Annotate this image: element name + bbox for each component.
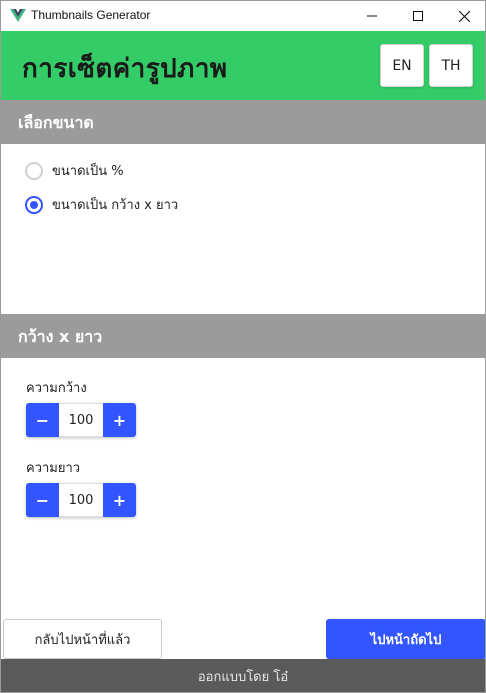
radio-button[interactable] xyxy=(25,161,43,180)
footer: ออกแบบโดย โอ๋ xyxy=(1,659,485,692)
height-stepper: − 100 + xyxy=(26,483,136,517)
lang-en-button[interactable]: EN xyxy=(380,44,424,87)
close-button[interactable] xyxy=(441,1,485,31)
height-decrement-button[interactable]: − xyxy=(26,483,59,517)
lang-th-button[interactable]: TH xyxy=(429,44,473,87)
width-label: ความกว้าง xyxy=(26,381,87,396)
minimize-icon xyxy=(367,15,377,17)
dimensions-section-title: กว้าง x ยาว xyxy=(18,327,103,346)
radio-label: ขนาดเป็น % xyxy=(52,164,124,179)
height-input[interactable]: 100 xyxy=(59,483,103,517)
width-increment-button[interactable]: + xyxy=(103,403,136,437)
width-decrement-button[interactable]: − xyxy=(26,403,59,437)
maximize-button[interactable] xyxy=(395,1,441,31)
page-title: การเซ็ตค่ารูปภาพ xyxy=(22,54,228,84)
height-label: ความยาว xyxy=(26,461,81,476)
radio-option-percent[interactable]: ขนาดเป็น % xyxy=(25,160,124,181)
size-section-title: เลือกขนาด xyxy=(18,113,94,132)
next-button[interactable]: ไปหน้าถัดไป xyxy=(326,619,485,659)
width-input[interactable]: 100 xyxy=(59,403,103,437)
window-title: Thumbnails Generator xyxy=(31,8,151,22)
width-stepper: − 100 + xyxy=(26,403,136,437)
app-window: Thumbnails Generator การเซ็ตค่ารูปภาพ EN… xyxy=(0,0,486,693)
radio-button-checked[interactable] xyxy=(25,195,43,214)
close-icon xyxy=(458,10,470,22)
maximize-icon xyxy=(413,11,423,21)
height-increment-button[interactable]: + xyxy=(103,483,136,517)
dimensions-section-header: กว้าง x ยาว xyxy=(1,314,485,358)
minimize-button[interactable] xyxy=(349,1,395,31)
footer-credit: ออกแบบโดย โอ๋ xyxy=(197,669,289,685)
title-bar[interactable]: Thumbnails Generator xyxy=(1,1,485,31)
page-header: การเซ็ตค่ารูปภาพ EN TH xyxy=(1,31,485,100)
radio-option-width-height[interactable]: ขนาดเป็น กว้าง x ยาว xyxy=(25,194,178,215)
size-section-header: เลือกขนาด xyxy=(1,100,485,144)
radio-label: ขนาดเป็น กว้าง x ยาว xyxy=(52,198,179,213)
back-button[interactable]: กลับไปหน้าที่แล้ว xyxy=(3,619,162,659)
vue-logo xyxy=(10,9,26,22)
